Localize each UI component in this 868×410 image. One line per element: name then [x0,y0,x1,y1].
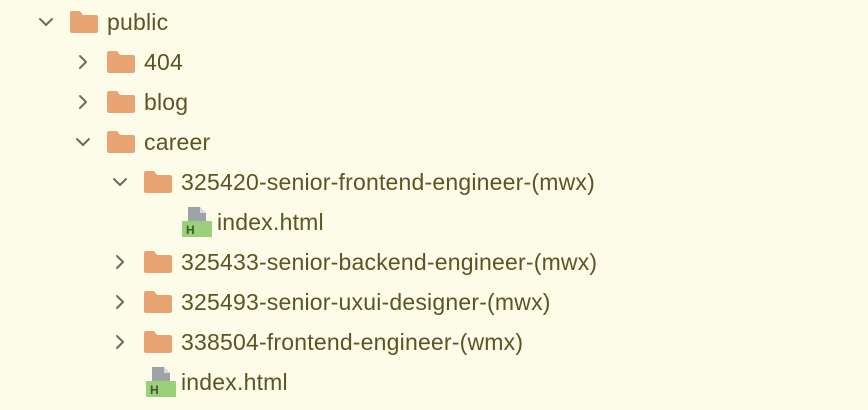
chevron-right-icon[interactable] [73,92,93,112]
folder-icon [107,51,135,73]
chevron-down-icon[interactable] [110,172,130,192]
chevron-right-icon[interactable] [73,52,93,72]
html-badge-letter: H [186,223,195,237]
folder-icon [144,171,172,193]
html-file-icon: H [182,207,212,237]
tree-node-label: 338504-frontend-engineer-(wmx) [181,329,524,355]
chevron-right-icon[interactable] [110,292,130,312]
tree-node-label: 404 [144,49,183,75]
tree-node-label: index.html [217,209,324,235]
tree-node-label: 325420-senior-frontend-engineer-(mwx) [181,169,595,195]
folder-icon [144,291,172,313]
folder-icon [107,91,135,113]
chevron-right-icon[interactable] [110,252,130,272]
tree-node-label: career [144,129,211,155]
folder-icon [107,131,135,153]
project-file-tree: public 404 blog career 325420-senior-fro… [0,0,868,410]
tree-node-label: blog [144,89,189,115]
chevron-right-icon[interactable] [110,332,130,352]
tree-node-file-index-html[interactable]: H index.html [182,202,324,242]
tree-node-label: public [107,9,169,35]
tree-node-label: 325493-senior-uxui-designer-(mwx) [181,289,551,315]
tree-node-blog[interactable]: blog [73,82,188,122]
folder-icon [70,11,98,33]
folder-icon [144,251,172,273]
tree-node-file-index-html[interactable]: H index.html [146,362,288,402]
html-file-icon: H [146,367,176,397]
chevron-down-icon[interactable] [73,132,93,152]
html-badge-letter: H [150,383,159,397]
tree-node-404[interactable]: 404 [73,42,183,82]
tree-node-senior-uxui-designer[interactable]: 325493-senior-uxui-designer-(mwx) [110,282,551,322]
tree-node-senior-backend-engineer[interactable]: 325433-senior-backend-engineer-(mwx) [110,242,597,282]
tree-node-career[interactable]: career [73,122,210,162]
tree-node-frontend-engineer[interactable]: 338504-frontend-engineer-(wmx) [110,322,523,362]
folder-icon [144,331,172,353]
chevron-down-icon[interactable] [36,12,56,32]
tree-node-senior-frontend-engineer[interactable]: 325420-senior-frontend-engineer-(mwx) [110,162,595,202]
tree-node-label: 325433-senior-backend-engineer-(mwx) [181,249,598,275]
tree-node-public[interactable]: public [36,2,168,42]
tree-node-label: index.html [181,369,288,395]
